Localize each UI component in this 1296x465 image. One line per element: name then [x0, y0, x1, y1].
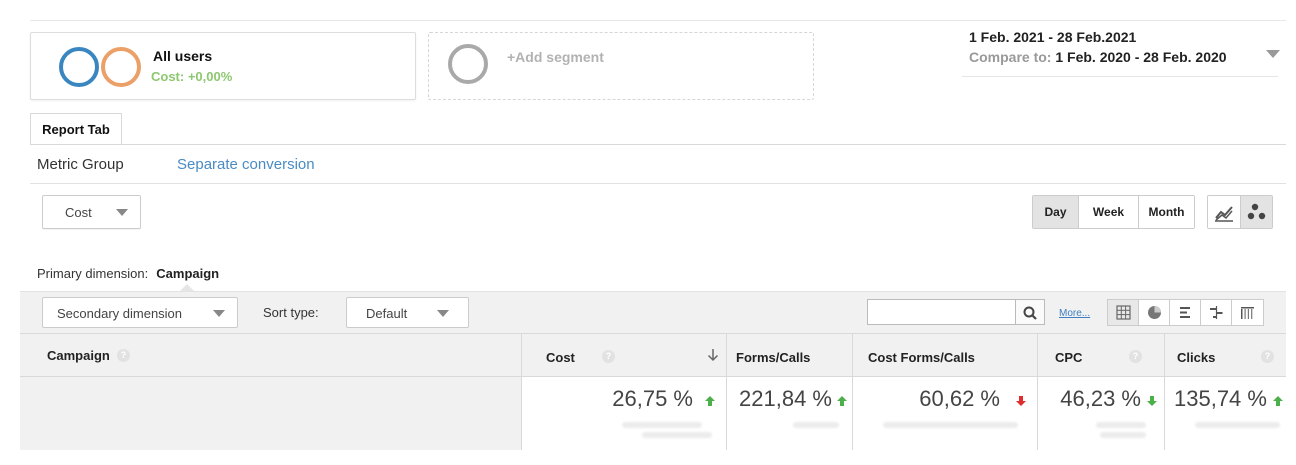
chevron-down-icon — [437, 310, 449, 317]
segment-title: All users — [153, 48, 213, 64]
comparison-view-button[interactable] — [1201, 300, 1232, 325]
tab-divider — [30, 144, 1286, 145]
segment-cost-delta: Cost: +0,00% — [151, 69, 233, 84]
cost-forms-calls-delta-value: 60,62 % — [919, 386, 1000, 411]
interval-day-button[interactable]: Day — [1033, 196, 1079, 228]
term-cloud-view-button[interactable] — [1232, 300, 1263, 325]
primary-dimension-label: Primary dimension: — [37, 266, 149, 281]
summary-cell-cost-forms-calls: 60,62 % — [852, 377, 1037, 450]
column-header-cost-forms-calls[interactable]: Cost Forms/Calls — [852, 334, 1037, 376]
column-header-campaign[interactable]: Campaign ? — [20, 334, 521, 376]
motion-chart-button[interactable] — [1240, 196, 1272, 228]
column-header-cpc[interactable]: CPC ? — [1037, 334, 1164, 376]
trend-down-icon — [1016, 396, 1026, 406]
primary-dimension-pointer — [180, 284, 194, 291]
cost-delta-value: 26,75 % — [612, 386, 693, 411]
column-header-clicks[interactable]: Clicks ? — [1164, 334, 1286, 376]
column-label: CPC — [1055, 350, 1083, 365]
compare-date-range[interactable]: Compare to: 1 Feb. 2020 - 28 Feb. 2020 — [969, 49, 1227, 65]
chevron-down-icon — [213, 310, 225, 317]
help-icon[interactable]: ? — [602, 350, 615, 363]
redacted-text — [1100, 432, 1146, 438]
group-divider — [30, 183, 1286, 184]
more-link[interactable]: More... — [1059, 308, 1090, 319]
chart-type-toggle — [1207, 195, 1273, 229]
redacted-text — [1096, 422, 1146, 428]
sort-down-arrow-icon — [707, 349, 719, 362]
summary-campaign-cell — [20, 377, 521, 450]
redacted-text — [883, 422, 1018, 428]
compare-range: 1 Feb. 2020 - 28 Feb. 2020 — [1055, 49, 1227, 65]
sort-type-label: Sort type: — [263, 305, 319, 320]
date-range[interactable]: 1 Feb. 2021 - 28 Feb.2021 — [969, 29, 1136, 45]
secondary-dimension-select[interactable]: Secondary dimension — [42, 297, 238, 328]
interval-month-button[interactable]: Month — [1139, 196, 1194, 228]
column-header-forms-calls[interactable]: Forms/Calls — [726, 334, 852, 376]
line-chart-button[interactable] — [1208, 196, 1240, 228]
table-view-button[interactable] — [1108, 300, 1139, 325]
pivot-icon — [1241, 307, 1254, 319]
metric-select-value: Cost — [65, 205, 92, 220]
top-divider — [30, 20, 1286, 21]
summary-cell-forms-calls: 221,84 % — [726, 377, 852, 450]
table-search-input[interactable] — [867, 299, 1016, 325]
bubble-chart-icon — [1247, 203, 1266, 220]
pie-view-button[interactable] — [1139, 300, 1170, 325]
chevron-down-icon — [116, 209, 128, 216]
forms-calls-delta-value: 221,84 % — [739, 386, 832, 411]
column-label: Cost Forms/Calls — [868, 350, 975, 365]
metric-group-tab[interactable]: Metric Group — [37, 156, 124, 173]
secondary-dimension-label: Secondary dimension — [57, 306, 183, 321]
summary-cell-cost: 26,75 % — [521, 377, 726, 450]
segment-blue-circle-icon — [59, 47, 99, 87]
summary-cell-clicks: 135,74 % — [1164, 377, 1286, 450]
trend-up-icon — [705, 396, 715, 406]
add-segment-label: +Add segment — [507, 49, 604, 65]
table-header: Campaign ? Cost ? Forms/Calls Cost Forms… — [20, 333, 1286, 377]
column-label: Cost — [546, 350, 575, 365]
trend-down-icon — [1147, 396, 1157, 406]
column-label: Clicks — [1177, 350, 1216, 365]
help-icon[interactable]: ? — [117, 349, 130, 362]
redacted-text — [1195, 422, 1280, 428]
date-dropdown-caret-icon[interactable] — [1266, 50, 1280, 58]
interval-week-button[interactable]: Week — [1079, 196, 1139, 228]
primary-dimension: Primary dimension: Campaign — [37, 266, 219, 281]
segment-orange-circle-icon — [101, 47, 141, 87]
metric-select[interactable]: Cost — [42, 195, 141, 229]
search-button[interactable] — [1015, 299, 1045, 325]
sort-type-select[interactable]: Default — [346, 297, 469, 328]
line-chart-icon — [1215, 206, 1233, 222]
add-segment-button[interactable]: +Add segment — [428, 32, 814, 100]
column-label: Forms/Calls — [736, 350, 811, 365]
cpc-delta-value: 46,23 % — [1060, 386, 1141, 411]
trend-up-icon — [837, 396, 847, 406]
primary-dimension-value[interactable]: Campaign — [156, 266, 219, 281]
grid-icon — [1116, 305, 1131, 320]
trend-up-icon — [1273, 396, 1283, 406]
column-header-cost[interactable]: Cost ? — [521, 334, 726, 376]
tab-report[interactable]: Report Tab — [30, 113, 122, 145]
redacted-text — [642, 432, 712, 438]
summary-cell-cpc: 46,23 % — [1037, 377, 1164, 450]
compare-label: Compare to: — [969, 49, 1052, 65]
column-label: Campaign — [47, 348, 110, 363]
redacted-text — [793, 422, 839, 428]
clicks-delta-value: 135,74 % — [1174, 386, 1267, 411]
performance-view-button[interactable] — [1170, 300, 1201, 325]
redacted-text — [622, 422, 702, 428]
sort-type-value: Default — [366, 306, 408, 321]
interval-toggle: Day Week Month — [1032, 195, 1195, 229]
pie-chart-icon — [1148, 306, 1161, 319]
comparison-icon — [1210, 306, 1223, 319]
table-view-toggle — [1107, 299, 1264, 326]
segment-all-users[interactable]: All users Cost: +0,00% — [30, 32, 416, 100]
help-icon[interactable]: ? — [1261, 350, 1274, 363]
date-divider — [962, 76, 1278, 77]
help-icon[interactable]: ? — [1129, 350, 1142, 363]
search-icon — [1023, 306, 1037, 320]
add-segment-circle-icon — [448, 44, 488, 84]
bar-list-icon — [1180, 307, 1190, 318]
separate-conversion-link[interactable]: Separate conversion — [177, 156, 315, 173]
